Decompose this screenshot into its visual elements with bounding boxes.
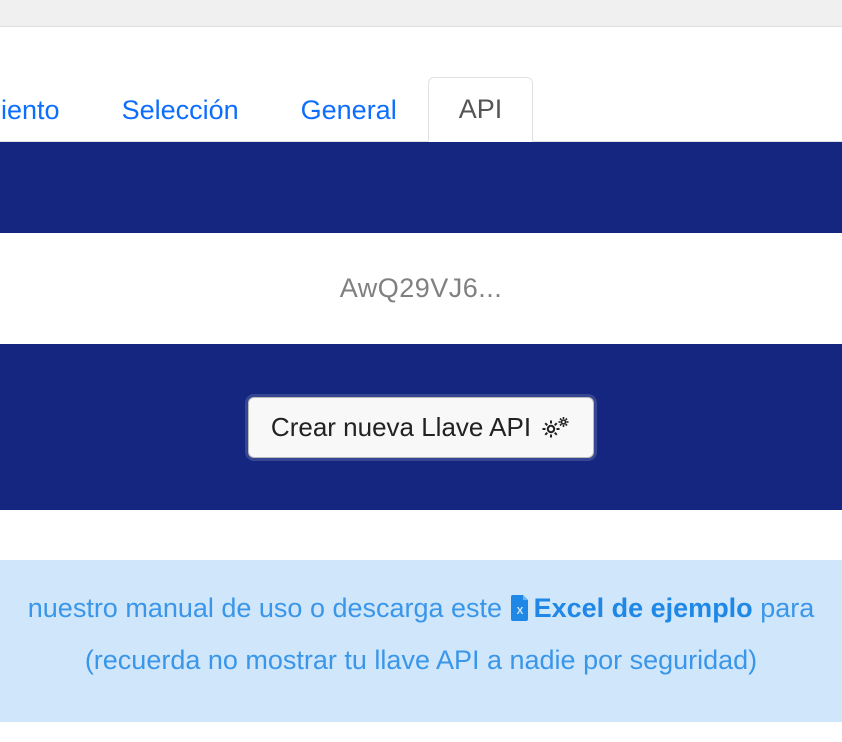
api-key-masked: AwQ29VJ6...: [340, 273, 503, 304]
tab-partial-first[interactable]: iento: [0, 78, 91, 142]
create-api-key-label: Crear nueva Llave API: [271, 412, 531, 443]
excel-file-icon: X: [510, 592, 530, 634]
create-api-key-button[interactable]: Crear nueva Llave API: [248, 397, 594, 458]
excel-example-link[interactable]: Excel de ejemplo: [534, 593, 753, 623]
api-key-row: AwQ29VJ6...: [0, 233, 842, 344]
info-box: nuestro manual de uso o descarga este X …: [0, 560, 842, 722]
info-line1-suffix: para: [753, 593, 815, 623]
spacer: [0, 510, 842, 560]
info-line1-prefix: nuestro manual de uso o descarga este: [28, 593, 510, 623]
tab-seleccion[interactable]: Selección: [91, 78, 270, 142]
create-key-band: Crear nueva Llave API: [0, 344, 842, 510]
window-top-bar: [0, 0, 842, 27]
svg-text:X: X: [516, 606, 523, 617]
info-line2: (recuerda no mostrar tu llave API a nadi…: [10, 640, 832, 682]
tab-api[interactable]: API: [428, 77, 534, 142]
tab-general[interactable]: General: [270, 78, 428, 142]
tabs-row: iento Selección General API: [0, 27, 842, 142]
gears-icon: [541, 415, 571, 439]
header-band: [0, 142, 842, 233]
